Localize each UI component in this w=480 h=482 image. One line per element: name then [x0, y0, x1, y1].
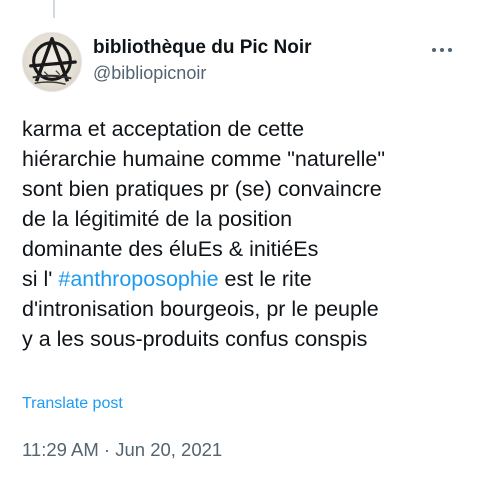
more-horizontal-icon-dot [440, 48, 444, 52]
tweet-line-with-hashtag: si l' #anthroposophie est le rite [22, 264, 462, 294]
tweet-text-fragment: est le rite [218, 267, 312, 291]
tweet-line: de la légitimité de la position [22, 207, 293, 231]
anarchy-a-logo-icon [29, 37, 77, 85]
avatar[interactable] [22, 32, 82, 92]
tweet-line: y a les sous-produits confus conspis [22, 327, 368, 351]
thread-connector-line [53, 0, 55, 18]
author-display-name[interactable]: bibliothèque du Pic Noir [93, 36, 312, 60]
tweet-line: d'intronisation bourgeois, pr le peuple [22, 297, 379, 321]
tweet-line: karma et acceptation de cette [22, 117, 305, 141]
tweet-line: hiérarchie humaine comme "naturelle" [22, 147, 386, 171]
author-handle[interactable]: @bibliopicnoir [93, 61, 312, 85]
more-horizontal-icon-dot [448, 48, 452, 52]
tweet-text-fragment: si l' [22, 267, 59, 291]
post-timestamp[interactable]: 11:29 AM · Jun 20, 2021 [22, 437, 222, 463]
translate-post-link[interactable]: Translate post [22, 393, 123, 415]
more-horizontal-icon [432, 48, 436, 52]
tweet-text: karma et acceptation de cette hiérarchie… [22, 114, 462, 354]
tweet-header: bibliothèque du Pic Noir @bibliopicnoir [22, 30, 462, 92]
tweet-line: sont bien pratiques pr (se) convaincre [22, 177, 382, 201]
author-names: bibliothèque du Pic Noir @bibliopicnoir [93, 36, 312, 85]
hashtag-link[interactable]: #anthroposophie [58, 267, 218, 291]
tweet-line: dominante des éluEs & initiéEs [22, 237, 319, 261]
more-options-button[interactable] [426, 38, 458, 62]
